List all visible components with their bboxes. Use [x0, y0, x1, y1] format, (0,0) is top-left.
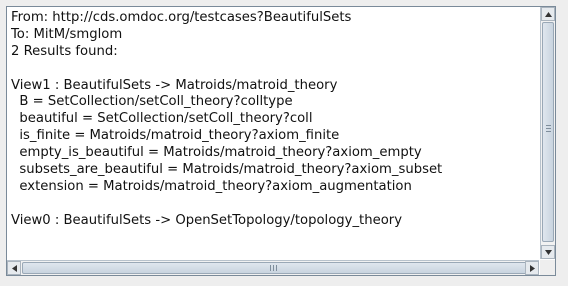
- scroll-down-button[interactable]: [541, 245, 555, 259]
- text-line-view1-mapping: extension = Matroids/matroid_theory?axio…: [11, 178, 412, 194]
- vertical-scroll-thumb[interactable]: [542, 22, 554, 242]
- text-line-view1-header: View1 : BeautifulSets -> Matroids/matroi…: [11, 77, 338, 93]
- triangle-up-icon: [544, 11, 552, 17]
- text-line-view1-mapping: empty_is_beautiful = Matroids/matroid_th…: [11, 145, 422, 161]
- results-text-area[interactable]: From: http://cds.omdoc.org/testcases?Bea…: [6, 6, 556, 276]
- text-line-view1-mapping: is_finite = Matroids/matroid_theory?axio…: [11, 128, 340, 144]
- scroll-up-button[interactable]: [541, 7, 555, 21]
- text-line-blank: [11, 196, 539, 213]
- text-line-view1-mapping: beautiful = SetCollection/setColl_theory…: [11, 111, 313, 127]
- triangle-down-icon: [544, 249, 552, 255]
- results-text-content[interactable]: From: http://cds.omdoc.org/testcases?Bea…: [7, 7, 539, 259]
- text-line-from: From: http://cds.omdoc.org/testcases?Bea…: [11, 10, 352, 25]
- triangle-left-icon: [11, 264, 17, 272]
- text-line-view0-header: View0 : BeautifulSets -> OpenSetTopology…: [11, 212, 402, 228]
- text-line-results-count: 2 Results found:: [11, 43, 118, 59]
- text-line-view1-mapping: B = SetCollection/setColl_theory?colltyp…: [11, 94, 293, 110]
- grip-icon: [270, 265, 279, 271]
- scroll-right-button[interactable]: [525, 261, 539, 275]
- scroll-left-button[interactable]: [7, 261, 21, 275]
- grip-icon: [546, 125, 551, 134]
- vertical-scrollbar[interactable]: [540, 7, 555, 259]
- text-line-view1-mapping: subsets_are_beautiful = Matroids/matroid…: [11, 162, 443, 178]
- horizontal-scroll-thumb[interactable]: [22, 262, 527, 274]
- results-panel: From: http://cds.omdoc.org/testcases?Bea…: [0, 0, 568, 286]
- text-line-blank: [11, 61, 539, 78]
- horizontal-scrollbar[interactable]: [7, 260, 539, 275]
- scrollbar-corner: [540, 260, 555, 275]
- triangle-right-icon: [529, 264, 535, 272]
- text-line-to: To: MitM/smglom: [11, 26, 123, 42]
